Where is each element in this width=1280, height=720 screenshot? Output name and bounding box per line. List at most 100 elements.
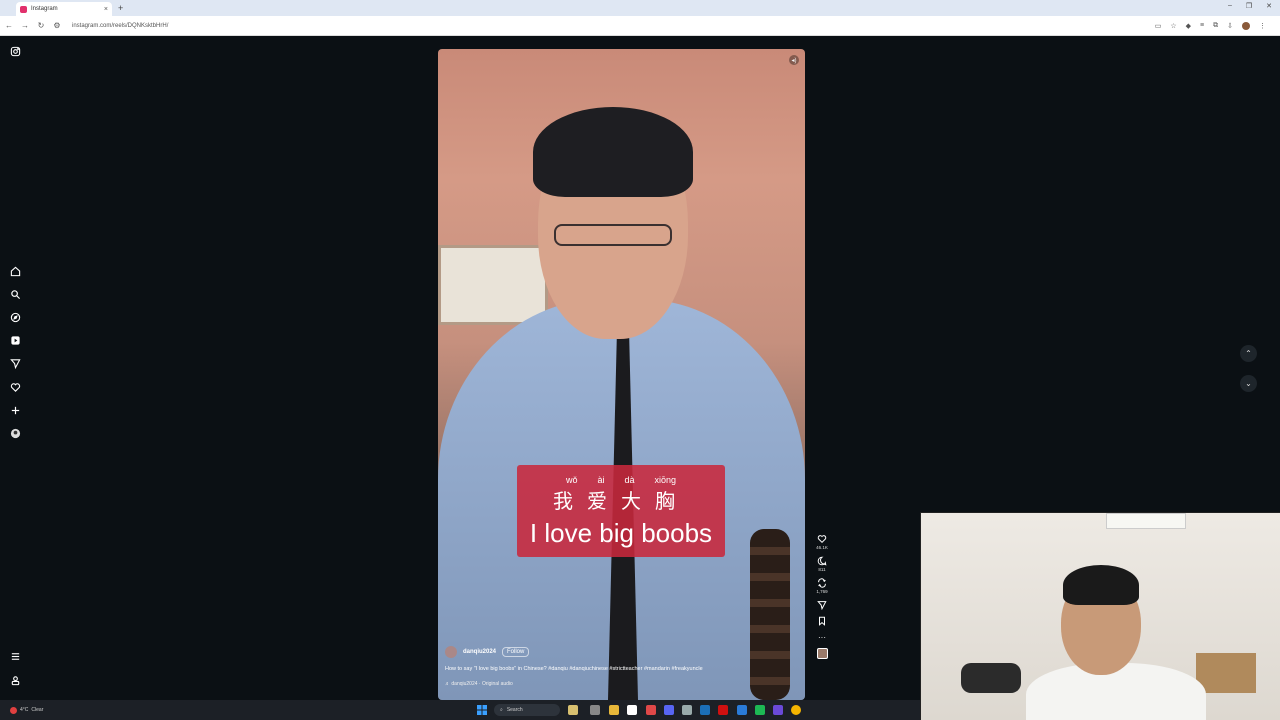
mute-icon[interactable]: ◂) (789, 55, 799, 65)
cast-icon[interactable]: ▭ (1155, 22, 1162, 30)
profile-icon[interactable] (9, 427, 21, 439)
pinyin-4: xiōng (654, 475, 677, 485)
tab-close-icon[interactable]: × (104, 6, 108, 13)
reel-video[interactable]: ◂) wǒ ài dà xiōng 我爱大胸 I love big boobs … (438, 49, 805, 700)
audio-credit[interactable]: ♬ danqiu2024 · Original audio (445, 681, 785, 687)
like-count: 46.1K (816, 545, 828, 550)
notifications-heart-icon[interactable] (9, 381, 21, 393)
app-icon-1[interactable] (568, 705, 578, 715)
reel-actions: 46.1K 811 1,769 ··· (813, 534, 831, 659)
weather-desc: Clear (31, 707, 44, 713)
reload-icon[interactable]: ↻ (34, 21, 48, 30)
maximize-button[interactable]: ❐ (1246, 2, 1252, 10)
subtitle-overlay: wǒ ài dà xiōng 我爱大胸 I love big boobs (517, 465, 725, 557)
app-icon-7[interactable] (682, 705, 692, 715)
app-icon-4[interactable] (627, 705, 637, 715)
repost-icon[interactable] (817, 578, 827, 588)
more-menu-icon[interactable] (9, 650, 21, 662)
app-icon-12[interactable] (773, 705, 783, 715)
weather-temp: 4°C (20, 707, 29, 713)
bookmark-star-icon[interactable]: ☆ (1170, 22, 1176, 30)
search-icon: ⌕ (500, 707, 503, 713)
repost-action[interactable]: 1,769 (813, 578, 831, 594)
browser-tabbar: Instagram × + – ❐ ✕ (0, 0, 1280, 16)
site-info-icon[interactable]: ⚙ (50, 21, 64, 30)
create-plus-icon[interactable] (9, 404, 21, 416)
windows-start-icon[interactable] (477, 705, 487, 715)
search-icon[interactable] (9, 288, 21, 300)
also-from-meta-icon[interactable] (9, 674, 21, 686)
like-action[interactable]: 46.1K (813, 534, 831, 550)
more-dots-icon[interactable]: ··· (818, 633, 826, 642)
menu-icon[interactable]: ⋮ (1259, 22, 1266, 30)
save-action[interactable] (813, 616, 831, 626)
discord-icon[interactable] (664, 705, 674, 715)
taskbar: 4°C Clear ⌕ Search (0, 700, 920, 720)
window-controls: – ❐ ✕ (1228, 2, 1272, 10)
comment-action[interactable]: 811 (813, 556, 831, 572)
pinyin-row: wǒ ài dà xiōng (517, 475, 725, 485)
file-explorer-icon[interactable] (609, 705, 619, 715)
hanzi-text: 我爱大胸 (553, 489, 689, 513)
cardboard-box (1196, 653, 1256, 693)
pinyin-2: ài (597, 475, 605, 485)
extension-icon[interactable]: ◆ (1186, 22, 1191, 30)
forward-icon[interactable]: → (18, 21, 32, 30)
bookmark-icon[interactable] (817, 616, 827, 626)
reading-list-icon[interactable]: ≡ (1200, 22, 1204, 29)
close-window-button[interactable]: ✕ (1266, 2, 1272, 10)
toolbar-icons: ▭ ☆ ◆ ≡ ⧉ ⇩ ⋮ (1155, 21, 1266, 30)
netflix-icon[interactable] (718, 705, 728, 715)
person-hair (533, 107, 693, 197)
next-reel-button[interactable]: ⌄ (1240, 375, 1257, 392)
profile-avatar[interactable] (1242, 21, 1250, 30)
instagram-logo-icon[interactable] (9, 45, 21, 57)
app-icon-5[interactable] (646, 705, 656, 715)
messages-icon[interactable] (9, 357, 21, 369)
follow-button[interactable]: Follow (502, 647, 530, 657)
author-avatar[interactable] (445, 646, 457, 658)
audio-thumbnail[interactable] (816, 648, 828, 659)
reels-icon[interactable] (9, 334, 21, 346)
repost-count: 1,769 (816, 589, 828, 594)
chrome-icon[interactable] (791, 705, 801, 715)
pinyin-1: wǒ (565, 475, 578, 485)
comment-icon[interactable] (817, 556, 827, 566)
person-glasses (554, 224, 672, 246)
reel-caption[interactable]: How to say "I love big boobs" in Chinese… (445, 666, 785, 672)
spotify-icon[interactable] (755, 705, 765, 715)
streamer-hair (1063, 565, 1139, 605)
english-subtitle: I love big boobs (529, 518, 713, 548)
share-action[interactable] (813, 600, 831, 610)
pinyin-3: dà (624, 475, 635, 485)
taskbar-search[interactable]: ⌕ Search (494, 704, 560, 716)
ig-sidebar (0, 36, 30, 700)
back-icon[interactable]: ← (2, 21, 16, 30)
previous-reel-button[interactable]: ⌃ (1240, 345, 1257, 362)
puzzle-icon[interactable]: ⧉ (1213, 22, 1218, 30)
webcam-overlay (920, 512, 1280, 720)
steam-icon[interactable] (700, 705, 710, 715)
weather-widget[interactable]: 4°C Clear (10, 706, 44, 714)
new-tab-button[interactable]: + (118, 3, 123, 13)
background-painting (438, 245, 548, 325)
weather-icon (10, 706, 17, 714)
address-bar: ← → ↻ ⚙ instagram.com/reels/DQNKsktbHrH/… (0, 16, 1280, 36)
home-icon[interactable] (9, 265, 21, 277)
more-options[interactable]: ··· (813, 632, 831, 642)
app-icon-10[interactable] (737, 705, 747, 715)
explore-icon[interactable] (9, 311, 21, 323)
minimize-button[interactable]: – (1228, 2, 1232, 10)
downloads-icon[interactable]: ⇩ (1227, 22, 1233, 30)
app-icon-2[interactable] (590, 705, 600, 715)
reel-info: danqiu2024 Follow How to say "I love big… (445, 646, 785, 687)
air-conditioner (1106, 513, 1186, 529)
tab-title: Instagram (31, 6, 58, 12)
url-field[interactable]: instagram.com/reels/DQNKsktbHrH/ (72, 23, 1155, 29)
comment-count: 811 (818, 567, 826, 572)
taskbar-search-placeholder: Search (506, 707, 523, 713)
browser-tab[interactable]: Instagram × (16, 2, 112, 16)
like-heart-icon[interactable] (817, 534, 827, 544)
share-icon[interactable] (817, 600, 827, 610)
author-username[interactable]: danqiu2024 (463, 649, 496, 655)
